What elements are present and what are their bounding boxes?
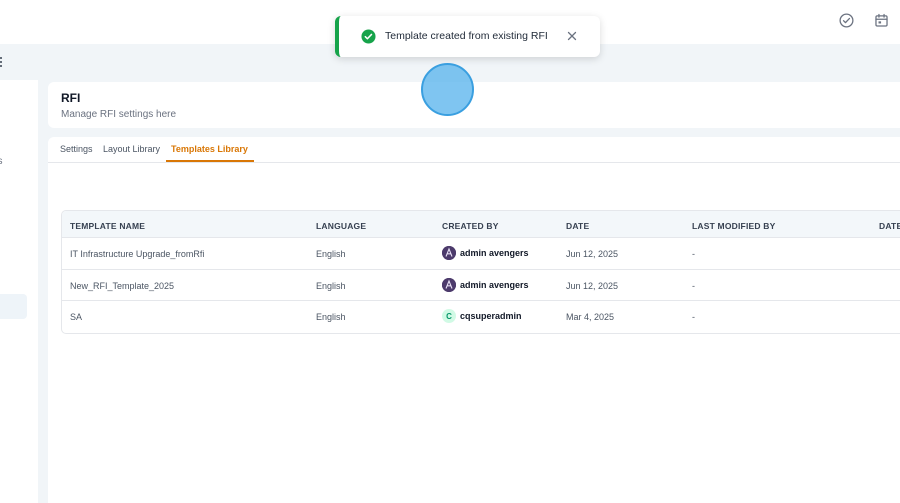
templates-table: TEMPLATE NAME LANGUAGE CREATED BY DATE L… bbox=[61, 210, 900, 334]
template-name: IT Infrastructure Upgrade_fromRfi bbox=[70, 249, 205, 259]
admin-avatar-icon bbox=[442, 277, 456, 292]
main-card: Settings Layout Library Templates Librar… bbox=[48, 137, 900, 503]
admin-avatar-icon bbox=[442, 246, 456, 260]
column-header-date[interactable]: DATE bbox=[566, 221, 589, 231]
table-header: TEMPLATE NAME LANGUAGE CREATED BY DATE L… bbox=[62, 211, 900, 238]
table-row[interactable]: IT Infrastructure Upgrade_fromRfi Englis… bbox=[62, 238, 900, 270]
created-by-name: admin avengers bbox=[460, 279, 529, 290]
column-header-modified-date[interactable]: DATE bbox=[879, 221, 900, 231]
table-row[interactable]: SA English C cqsuperadmin Mar 4, 2025 - bbox=[62, 301, 900, 333]
created-date: Jun 12, 2025 bbox=[566, 280, 619, 291]
sidebar-item-active[interactable] bbox=[0, 294, 27, 319]
click-indicator bbox=[421, 63, 474, 116]
calendar-icon[interactable] bbox=[873, 12, 890, 29]
template-name: New_RFI_Template_2025 bbox=[70, 280, 175, 291]
tab-bar: Settings Layout Library Templates Librar… bbox=[48, 137, 900, 163]
column-header-template-name[interactable]: TEMPLATE NAME bbox=[70, 221, 145, 231]
tab-layout-library[interactable]: Layout Library bbox=[103, 144, 160, 154]
table-row[interactable]: New_RFI_Template_2025 English admin aven… bbox=[62, 270, 900, 301]
last-modified-by: - bbox=[692, 249, 695, 259]
tab-templates-library[interactable]: Templates Library bbox=[171, 144, 248, 154]
page-title: RFI bbox=[61, 91, 81, 105]
created-by: C cqsuperadmin bbox=[442, 309, 522, 323]
check-circle-icon[interactable] bbox=[838, 12, 855, 29]
sidebar: es bbox=[0, 80, 38, 503]
template-language: English bbox=[316, 280, 346, 291]
page-header: RFI Manage RFI settings here bbox=[48, 82, 900, 128]
template-language: English bbox=[316, 249, 346, 259]
created-date: Mar 4, 2025 bbox=[566, 312, 615, 322]
template-name: SA bbox=[70, 312, 83, 322]
last-modified-by: - bbox=[692, 280, 695, 291]
sidebar-item-label[interactable]: es bbox=[0, 156, 3, 167]
column-header-last-modified-by[interactable]: LAST MODIFIED BY bbox=[692, 221, 775, 231]
page-subtitle: Manage RFI settings here bbox=[61, 109, 177, 120]
created-by-name: cqsuperadmin bbox=[460, 311, 522, 321]
column-header-language[interactable]: LANGUAGE bbox=[316, 221, 366, 231]
user-avatar: C bbox=[442, 309, 456, 323]
created-by: admin avengers bbox=[442, 246, 529, 260]
close-icon[interactable] bbox=[565, 29, 579, 43]
top-icons bbox=[838, 12, 890, 29]
column-header-created-by[interactable]: CREATED BY bbox=[442, 221, 499, 231]
check-circle-icon bbox=[361, 29, 376, 44]
kebab-menu-icon[interactable] bbox=[0, 57, 4, 67]
tab-settings[interactable]: Settings bbox=[60, 144, 93, 154]
created-date: Jun 12, 2025 bbox=[566, 249, 619, 259]
active-tab-indicator bbox=[166, 160, 254, 162]
created-by-name: admin avengers bbox=[460, 248, 529, 258]
success-toast: Template created from existing RFI bbox=[335, 16, 600, 57]
last-modified-by: - bbox=[692, 312, 695, 322]
toast-message: Template created from existing RFI bbox=[385, 30, 548, 42]
created-by: admin avengers bbox=[442, 277, 529, 292]
template-language: English bbox=[316, 312, 346, 322]
